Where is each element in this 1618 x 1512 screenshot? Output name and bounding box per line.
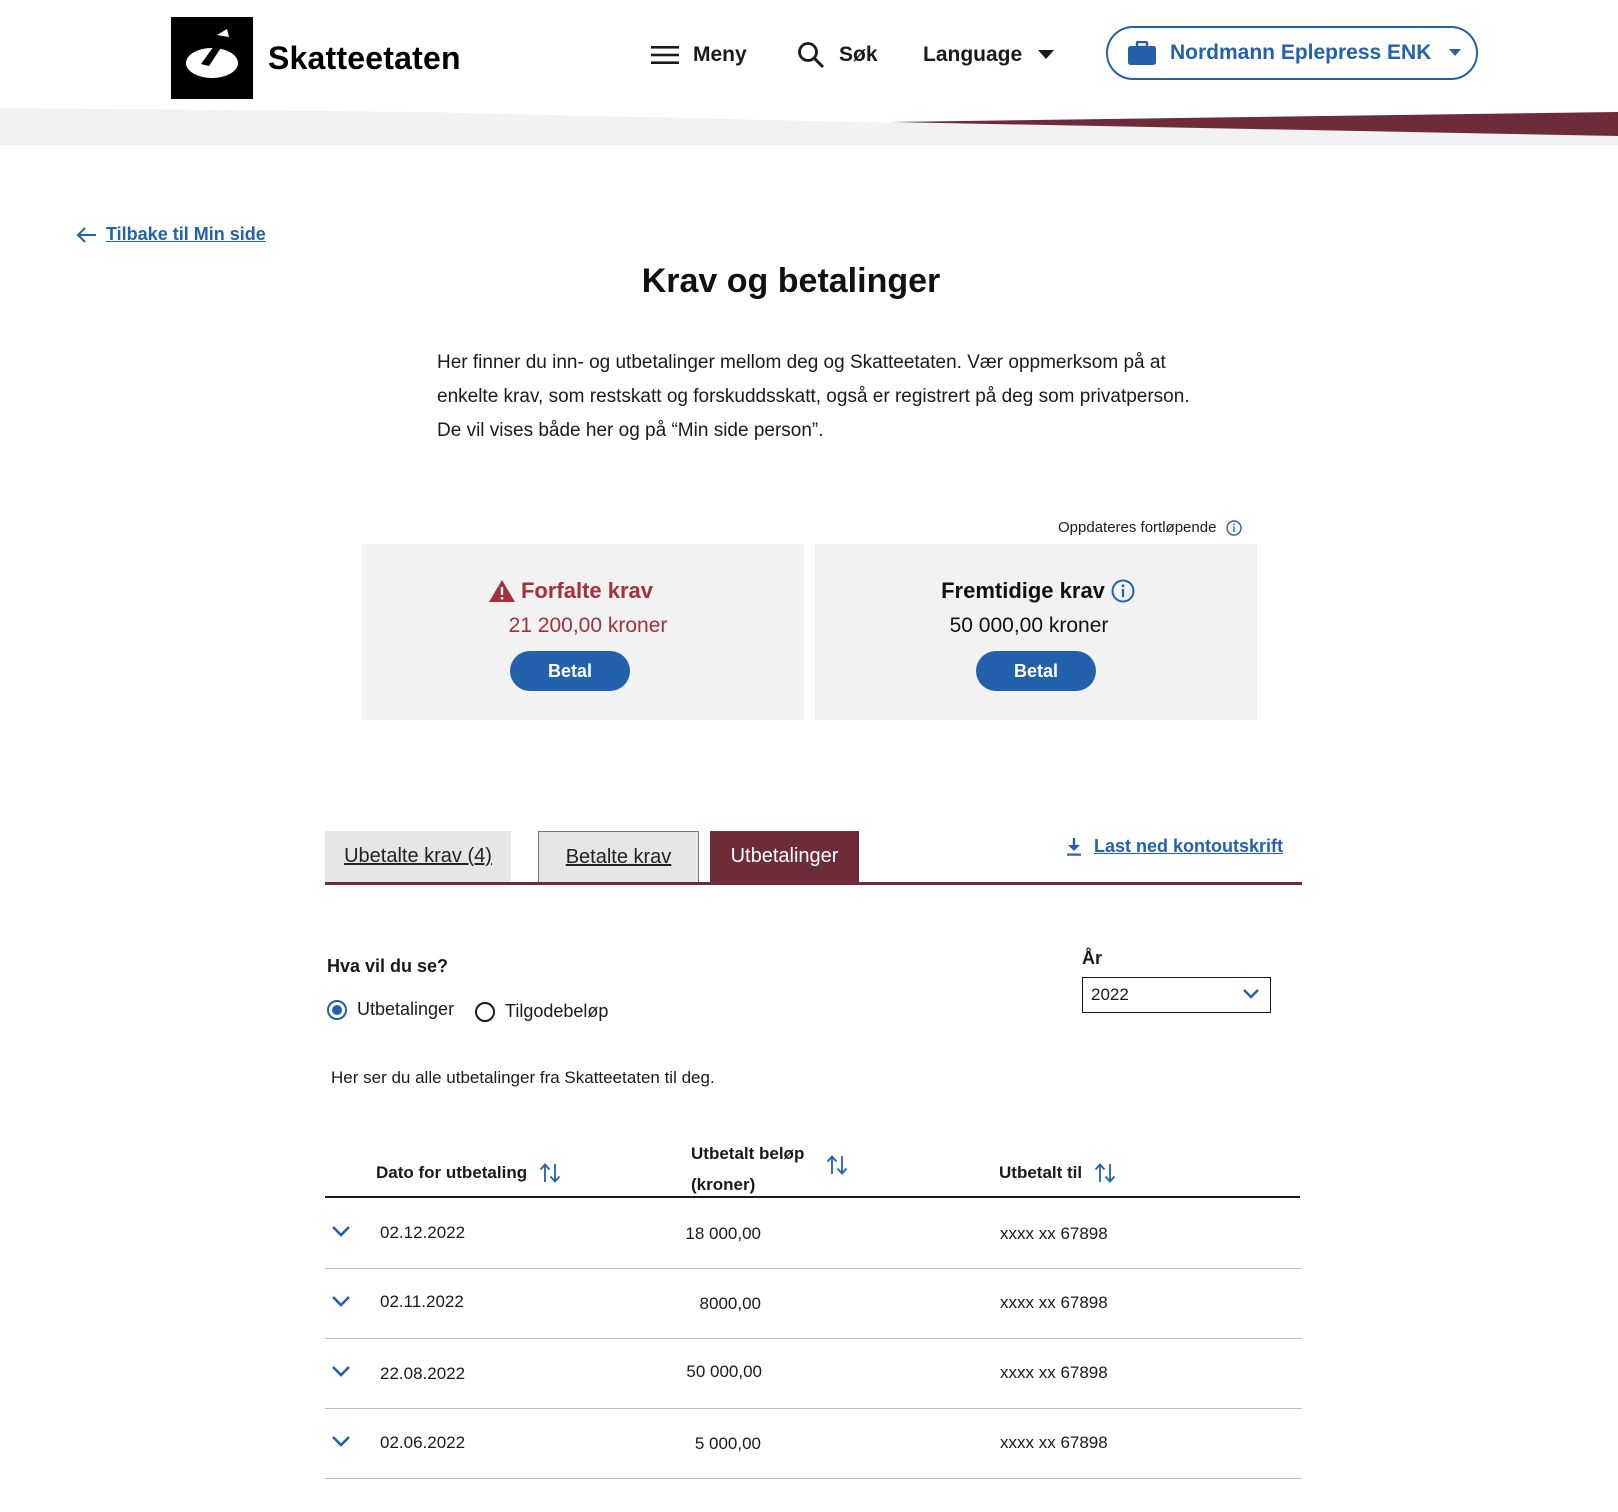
- update-notice: Oppdateres fortløpende: [1058, 519, 1243, 536]
- row-amount: 50 000,00: [686, 1362, 762, 1381]
- download-icon: [1067, 837, 1081, 856]
- chevron-down-icon[interactable]: [331, 1435, 351, 1447]
- row-date: 02.11.2022: [380, 1292, 464, 1311]
- page-title: Krav og betalinger: [641, 262, 941, 300]
- table-row[interactable]: 22.08.2022 50 000,00 xxxx xx 67898: [325, 1339, 1302, 1409]
- warning-icon: [488, 580, 515, 602]
- radio-unselected-icon: [475, 1001, 495, 1022]
- radio-selected-icon: [327, 999, 347, 1020]
- row-recipient: xxxx xx 67898: [1000, 1293, 1108, 1312]
- search-label: Søk: [839, 43, 878, 66]
- future-claims-title: Fremtidige krav: [820, 578, 1262, 604]
- column-header-date-label: Dato for utbetaling: [376, 1163, 528, 1182]
- overdue-claims-label: Forfalte krav: [520, 578, 654, 603]
- radio-payouts-label: Utbetalinger: [357, 999, 455, 1019]
- caret-down-icon: [1449, 49, 1462, 56]
- sort-icon[interactable]: [826, 1154, 848, 1176]
- language-label: Language: [923, 43, 1023, 66]
- back-link-label: Tilbake til Min side: [106, 224, 266, 244]
- overdue-claims-amount: 21 200,00 kroner: [508, 614, 668, 637]
- skatteetaten-logo[interactable]: [171, 17, 253, 99]
- brand-name[interactable]: Skatteetaten: [268, 40, 461, 77]
- table-row[interactable]: 02.06.2022 5 000,00 xxxx xx 67898: [325, 1409, 1302, 1479]
- tab-paid-claims[interactable]: Betalte krav: [538, 831, 699, 882]
- menu-button[interactable]: Meny: [651, 38, 747, 72]
- table-description: Her ser du alle utbetalinger fra Skattee…: [331, 1068, 715, 1087]
- radio-payouts[interactable]: Utbetalinger: [327, 999, 454, 1020]
- row-date: 02.12.2022: [380, 1223, 466, 1242]
- row-amount: 8000,00: [699, 1294, 761, 1313]
- future-claims-label: Fremtidige krav: [941, 578, 1105, 603]
- briefcase-icon: [1128, 41, 1156, 65]
- tab-unpaid-claims[interactable]: Ubetalte krav (4): [325, 831, 511, 882]
- back-link[interactable]: Tilbake til Min side: [76, 224, 266, 245]
- update-notice-text: Oppdateres fortløpende: [1058, 519, 1217, 536]
- row-recipient: xxxx xx 67898: [1000, 1433, 1108, 1452]
- chevron-down-icon[interactable]: [331, 1295, 351, 1307]
- download-statement-label: Last ned kontoutskrift: [1094, 836, 1284, 856]
- download-statement-link[interactable]: Last ned kontoutskrift: [1066, 836, 1283, 857]
- tab-underline: [325, 882, 1302, 885]
- pay-future-button[interactable]: Betal: [976, 651, 1096, 691]
- row-date: 22.08.2022: [380, 1364, 466, 1383]
- column-header-amount[interactable]: Utbetalt beløp (kroner): [691, 1138, 848, 1200]
- chevron-down-icon[interactable]: [331, 1225, 351, 1237]
- overdue-claims-card: Forfalte krav 21 200,00 kroner Betal: [362, 544, 804, 720]
- arrow-left-icon: [76, 226, 96, 243]
- logo-icon: [186, 29, 238, 78]
- year-value: 2022: [1091, 985, 1129, 1004]
- menu-label: Meny: [693, 43, 747, 66]
- table-row[interactable]: 02.12.2022 18 000,00 xxxx xx 67898: [325, 1199, 1302, 1269]
- row-amount: 18 000,00: [685, 1224, 761, 1243]
- row-recipient: xxxx xx 67898: [1000, 1363, 1108, 1382]
- hamburger-icon: [651, 46, 679, 64]
- pay-overdue-button[interactable]: Betal: [510, 651, 630, 691]
- table-row[interactable]: 02.11.2022 8000,00 xxxx xx 67898: [325, 1269, 1302, 1339]
- organization-selector[interactable]: Nordmann Eplepress ENK: [1106, 26, 1478, 80]
- search-button[interactable]: Søk: [797, 38, 878, 72]
- info-icon[interactable]: [1226, 519, 1243, 536]
- column-header-recipient[interactable]: Utbetalt til: [999, 1162, 1116, 1184]
- intro-text: Her finner du inn- og utbetalinger mello…: [437, 352, 1190, 441]
- column-header-amount-line1: Utbetalt beløp: [691, 1144, 805, 1163]
- chevron-down-icon[interactable]: [331, 1365, 351, 1377]
- radio-credit-amount-label: Tilgodebeløp: [505, 1001, 609, 1021]
- column-header-recipient-label: Utbetalt til: [999, 1163, 1083, 1182]
- row-recipient: xxxx xx 67898: [1000, 1224, 1108, 1243]
- future-claims-amount: 50 000,00 kroner: [949, 614, 1109, 637]
- sort-icon[interactable]: [1094, 1162, 1116, 1184]
- year-label: År: [1082, 948, 1103, 968]
- search-icon: [798, 42, 825, 69]
- chevron-down-icon: [1243, 989, 1259, 999]
- filter-question: Hva vil du se?: [327, 956, 449, 976]
- sort-icon[interactable]: [539, 1162, 561, 1184]
- table-header-divider: [325, 1196, 1300, 1198]
- tab-payouts[interactable]: Utbetalinger: [710, 831, 859, 882]
- overdue-claims-title: Forfalte krav: [347, 578, 789, 604]
- column-header-date[interactable]: Dato for utbetaling: [376, 1162, 561, 1184]
- language-button[interactable]: Language: [923, 38, 1055, 72]
- info-icon[interactable]: [1111, 579, 1135, 603]
- radio-credit-amount[interactable]: Tilgodebeløp: [475, 1001, 608, 1022]
- year-select[interactable]: 2022: [1082, 977, 1271, 1013]
- caret-down-icon: [1038, 50, 1055, 59]
- row-date: 02.06.2022: [380, 1433, 466, 1452]
- future-claims-card: Fremtidige krav 50 000,00 kroner Betal: [815, 544, 1257, 720]
- organization-name: Nordmann Eplepress ENK: [1170, 41, 1432, 64]
- site-header: Skatteetaten Meny Søk Language Nordmann …: [0, 0, 1618, 145]
- row-amount: 5 000,00: [694, 1434, 761, 1453]
